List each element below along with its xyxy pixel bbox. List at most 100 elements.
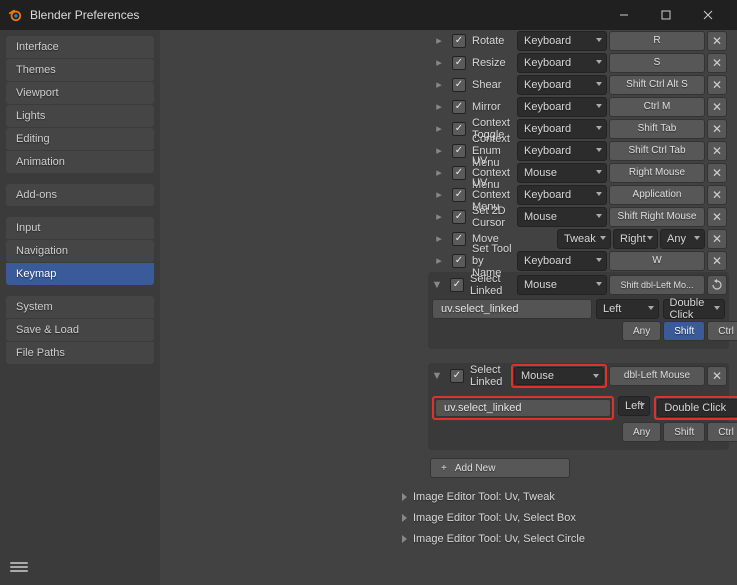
key-binding-button[interactable]: Ctrl M xyxy=(609,97,705,117)
sidebar-item-themes[interactable]: Themes xyxy=(6,59,154,81)
remove-button[interactable]: ✕ xyxy=(707,163,727,183)
expand-icon[interactable] xyxy=(402,535,407,543)
keymap-group[interactable]: Image Editor Tool: Uv, Select Circle xyxy=(402,528,737,549)
mouse-button-select[interactable]: Left xyxy=(596,299,659,319)
sidebar-item-viewport[interactable]: Viewport xyxy=(6,82,154,104)
input-type-select[interactable]: Mouse xyxy=(514,367,604,385)
key-binding-button[interactable]: W xyxy=(609,251,705,271)
input-type-select[interactable]: Keyboard xyxy=(517,185,607,205)
collapse-icon[interactable]: ▼ xyxy=(430,370,444,382)
modifier-any[interactable]: Any xyxy=(622,321,661,341)
event-type-select[interactable]: Double Click xyxy=(657,399,737,417)
modifier-shift[interactable]: Shift xyxy=(663,422,705,442)
key-binding-button[interactable]: Shift Ctrl Tab xyxy=(609,141,705,161)
sidebar-item-animation[interactable]: Animation xyxy=(6,151,154,173)
remove-button[interactable]: ✕ xyxy=(707,141,727,161)
input-type-select[interactable]: Keyboard xyxy=(517,31,607,51)
tweak-any-select[interactable]: Any xyxy=(660,229,705,249)
modifier-any[interactable]: Any xyxy=(622,422,661,442)
expand-icon[interactable]: ▸ xyxy=(432,254,446,267)
input-type-select[interactable]: Keyboard xyxy=(517,141,607,161)
enable-checkbox[interactable] xyxy=(452,254,466,268)
expand-icon[interactable]: ▸ xyxy=(432,166,446,179)
expand-icon[interactable]: ▸ xyxy=(432,78,446,91)
enable-checkbox[interactable] xyxy=(452,122,466,136)
sidebar-item-file-paths[interactable]: File Paths xyxy=(6,342,154,364)
expand-icon[interactable]: ▸ xyxy=(432,34,446,47)
input-type-select[interactable]: Keyboard xyxy=(517,119,607,139)
collapse-icon[interactable]: ▼ xyxy=(430,279,444,291)
key-binding-button[interactable]: dbl-Left Mouse xyxy=(609,366,705,386)
operator-input[interactable] xyxy=(432,299,592,319)
hamburger-menu-icon[interactable] xyxy=(10,562,28,572)
input-type-select[interactable]: Mouse xyxy=(517,275,607,295)
enable-checkbox[interactable] xyxy=(450,278,464,292)
enable-checkbox[interactable] xyxy=(452,34,466,48)
enable-checkbox[interactable] xyxy=(452,144,466,158)
sidebar-item-navigation[interactable]: Navigation xyxy=(6,240,154,262)
expand-icon[interactable] xyxy=(402,493,407,501)
remove-button[interactable]: ✕ xyxy=(707,251,727,271)
enable-checkbox[interactable] xyxy=(452,188,466,202)
key-binding-button[interactable]: Application xyxy=(609,185,705,205)
key-binding-button[interactable]: Shift Right Mouse xyxy=(609,207,705,227)
remove-button[interactable]: ✕ xyxy=(707,185,727,205)
remove-button[interactable]: ✕ xyxy=(707,53,727,73)
key-binding-button[interactable]: R xyxy=(609,31,705,51)
remove-button[interactable]: ✕ xyxy=(707,97,727,117)
sidebar-item-save-load[interactable]: Save & Load xyxy=(6,319,154,341)
key-binding-button[interactable]: S xyxy=(609,53,705,73)
enable-checkbox[interactable] xyxy=(452,210,466,224)
sidebar-item-keymap[interactable]: Keymap xyxy=(6,263,154,285)
remove-button[interactable]: ✕ xyxy=(707,207,727,227)
key-binding-button[interactable]: Shift Ctrl Alt S xyxy=(609,75,705,95)
expand-icon[interactable]: ▸ xyxy=(432,56,446,69)
restore-button[interactable] xyxy=(707,275,727,295)
add-new-button[interactable]: + Add New xyxy=(430,458,570,478)
maximize-button[interactable] xyxy=(645,0,687,30)
keymap-group[interactable]: Image Editor Tool: Uv, Tweak xyxy=(402,486,737,507)
operator-input[interactable] xyxy=(435,399,611,417)
enable-checkbox[interactable] xyxy=(452,232,466,246)
input-type-select[interactable]: Tweak xyxy=(557,229,611,249)
key-binding-button[interactable]: Right Mouse xyxy=(609,163,705,183)
expand-icon[interactable]: ▸ xyxy=(432,232,446,245)
input-type-select[interactable]: Mouse xyxy=(517,207,607,227)
sidebar-item-system[interactable]: System xyxy=(6,296,154,318)
input-type-select[interactable]: Keyboard xyxy=(517,75,607,95)
sidebar-item-interface[interactable]: Interface xyxy=(6,36,154,58)
sidebar-item-lights[interactable]: Lights xyxy=(6,105,154,127)
enable-checkbox[interactable] xyxy=(452,166,466,180)
expand-icon[interactable]: ▸ xyxy=(432,144,446,157)
enable-checkbox[interactable] xyxy=(452,100,466,114)
event-type-select[interactable]: Double Click xyxy=(663,299,726,319)
key-binding-button[interactable]: Shift dbl-Left Mo... xyxy=(609,275,705,295)
key-binding-button[interactable]: Shift Tab xyxy=(609,119,705,139)
remove-button[interactable]: ✕ xyxy=(707,366,727,386)
remove-button[interactable]: ✕ xyxy=(707,119,727,139)
input-type-select[interactable]: Keyboard xyxy=(517,97,607,117)
enable-checkbox[interactable] xyxy=(452,56,466,70)
minimize-button[interactable] xyxy=(603,0,645,30)
input-type-select[interactable]: Keyboard xyxy=(517,53,607,73)
remove-button[interactable]: ✕ xyxy=(707,229,727,249)
expand-icon[interactable]: ▸ xyxy=(432,210,446,223)
modifier-ctrl[interactable]: Ctrl xyxy=(707,321,737,341)
input-type-select[interactable]: Keyboard xyxy=(517,251,607,271)
remove-button[interactable]: ✕ xyxy=(707,31,727,51)
expand-icon[interactable] xyxy=(402,514,407,522)
expand-icon[interactable]: ▸ xyxy=(432,122,446,135)
mouse-button-select[interactable]: Left xyxy=(618,396,650,416)
input-type-select[interactable]: Mouse xyxy=(517,163,607,183)
tweak-dir-select[interactable]: Right xyxy=(613,229,658,249)
close-button[interactable] xyxy=(687,0,729,30)
expand-icon[interactable]: ▸ xyxy=(432,188,446,201)
enable-checkbox[interactable] xyxy=(452,78,466,92)
expand-icon[interactable]: ▸ xyxy=(432,100,446,113)
remove-button[interactable]: ✕ xyxy=(707,75,727,95)
sidebar-item-input[interactable]: Input xyxy=(6,217,154,239)
sidebar-item-editing[interactable]: Editing xyxy=(6,128,154,150)
modifier-ctrl[interactable]: Ctrl xyxy=(707,422,737,442)
modifier-shift[interactable]: Shift xyxy=(663,321,705,341)
keymap-group[interactable]: Image Editor Tool: Uv, Select Box xyxy=(402,507,737,528)
